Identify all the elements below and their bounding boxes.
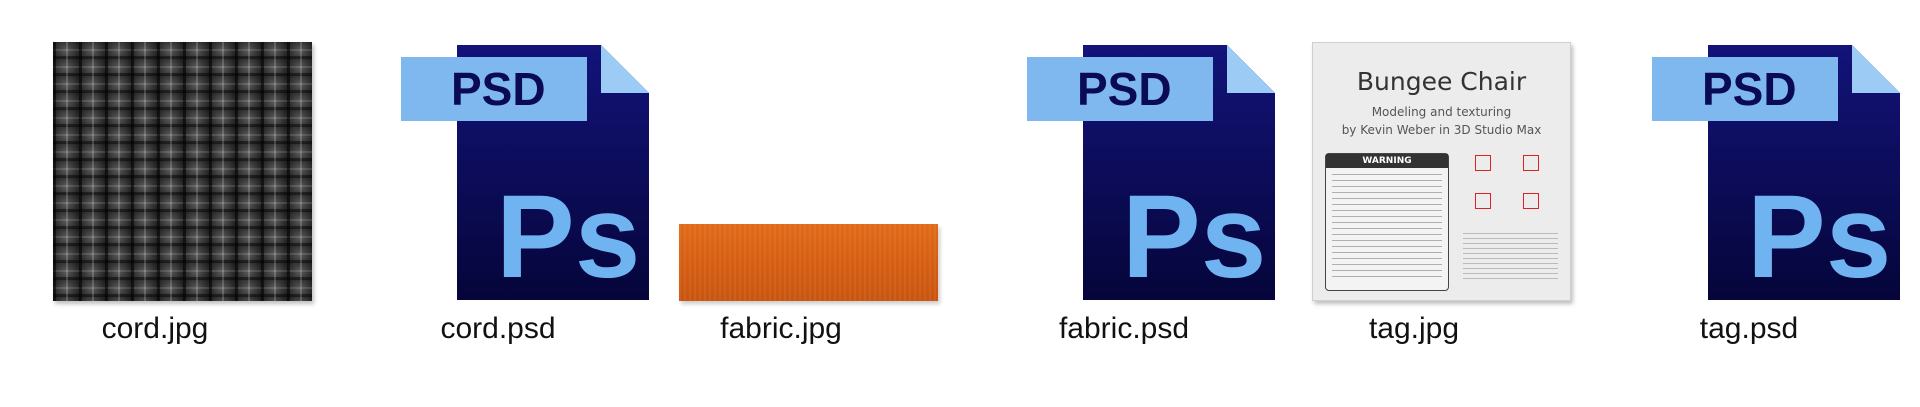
file-name: cord.jpg xyxy=(101,312,209,345)
psd-tab-text: PSD xyxy=(1702,63,1797,115)
psd-logo-text: Ps xyxy=(1747,171,1891,300)
file-item-fabric-psd[interactable]: PSD Ps fabric.psd xyxy=(969,40,1279,360)
care-symbol-icon xyxy=(1475,193,1491,209)
file-name: fabric.jpg xyxy=(720,312,842,345)
tag-warning-box: WARNING xyxy=(1325,153,1449,291)
file-item-cord-psd[interactable]: PSD Ps cord.psd xyxy=(343,40,653,360)
thumbnail xyxy=(626,40,938,305)
file-name: fabric.psd xyxy=(1058,312,1190,345)
psd-logo-text: Ps xyxy=(1122,171,1266,300)
thumbnail xyxy=(0,40,312,305)
tag-title: Bungee Chair xyxy=(1356,67,1527,96)
file-name: tag.jpg xyxy=(1368,312,1460,345)
thumbnail: PSD Ps xyxy=(343,40,653,305)
tag-thumbnail: Bungee Chair Modeling and texturing by K… xyxy=(1312,42,1571,301)
psd-tab-text: PSD xyxy=(451,63,546,115)
tag-fine-print xyxy=(1332,174,1442,282)
orange-fabric-thumbnail xyxy=(679,224,938,301)
photoshop-file-icon: PSD Ps xyxy=(401,45,657,300)
file-name: tag.psd xyxy=(1699,312,1799,345)
tag-subtitle-1: Modeling and texturing xyxy=(1371,105,1512,119)
psd-tab-text: PSD xyxy=(1077,63,1172,115)
care-symbol-icon xyxy=(1475,155,1491,171)
file-item-fabric-jpg[interactable]: fabric.jpg xyxy=(626,40,938,360)
psd-logo-text: Ps xyxy=(496,171,640,300)
thumbnail: PSD Ps xyxy=(1594,40,1904,305)
tag-fine-print xyxy=(1463,233,1558,283)
file-item-tag-jpg[interactable]: Bungee Chair Modeling and texturing by K… xyxy=(1259,40,1571,360)
tag-warning-label: WARNING xyxy=(1326,154,1448,168)
file-item-tag-psd[interactable]: PSD Ps tag.psd xyxy=(1594,40,1904,360)
tag-subtitle-2: by Kevin Weber in 3D Studio Max xyxy=(1341,123,1542,137)
thumbnail: Bungee Chair Modeling and texturing by K… xyxy=(1259,40,1571,305)
photoshop-file-icon: PSD Ps xyxy=(1652,45,1908,300)
thumbnail: PSD Ps xyxy=(969,40,1279,305)
care-symbol-icon xyxy=(1523,155,1539,171)
file-name: cord.psd xyxy=(440,312,556,345)
file-item-cord-jpg[interactable]: cord.jpg xyxy=(0,40,312,360)
care-symbol-icon xyxy=(1523,193,1539,209)
cord-weave-thumbnail xyxy=(53,42,312,301)
photoshop-file-icon: PSD Ps xyxy=(1027,45,1283,300)
